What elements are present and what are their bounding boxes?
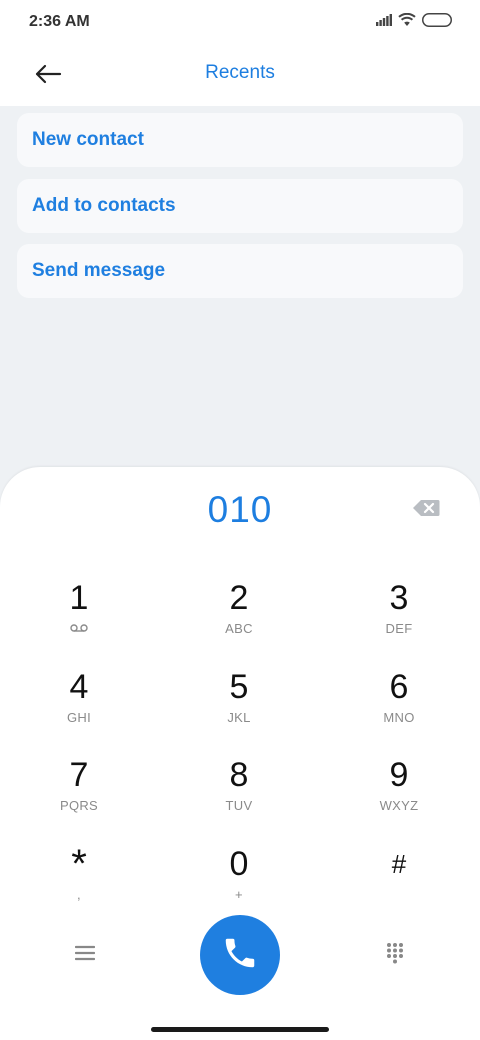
status-icons bbox=[376, 12, 452, 32]
menu-button[interactable] bbox=[72, 942, 98, 968]
dialed-number: 010 bbox=[207, 489, 273, 530]
wifi-icon bbox=[398, 12, 416, 31]
key-hash[interactable]: # bbox=[339, 845, 459, 925]
key-8-letters: TUV bbox=[225, 798, 253, 813]
key-4[interactable]: 4 GHI bbox=[19, 668, 139, 748]
phone-icon bbox=[221, 934, 259, 977]
key-9[interactable]: 9 WXYZ bbox=[339, 756, 459, 836]
key-0-letters: + bbox=[235, 887, 243, 902]
key-9-digit: 9 bbox=[389, 756, 409, 794]
battery-icon bbox=[422, 12, 452, 32]
key-1[interactable]: 1 bbox=[19, 579, 139, 659]
key-hash-digit: # bbox=[391, 849, 407, 879]
send-message-label: Send message bbox=[32, 260, 166, 281]
status-bar: 2:36 AM bbox=[0, 0, 480, 44]
key-3-digit: 3 bbox=[389, 579, 409, 617]
app-header: Recents bbox=[0, 44, 480, 106]
key-6-digit: 6 bbox=[389, 668, 409, 706]
key-star-letters: , bbox=[77, 887, 81, 902]
key-8[interactable]: 8 TUV bbox=[179, 756, 299, 836]
key-7[interactable]: 7 PQRS bbox=[19, 756, 139, 836]
key-4-digit: 4 bbox=[69, 668, 89, 706]
new-contact-button[interactable]: New contact bbox=[17, 113, 463, 167]
backspace-button[interactable] bbox=[412, 499, 444, 519]
send-message-button[interactable]: Send message bbox=[17, 244, 463, 298]
add-to-contacts-button[interactable]: Add to contacts bbox=[17, 179, 463, 233]
key-2[interactable]: 2 ABC bbox=[179, 579, 299, 659]
signal-icon bbox=[376, 13, 392, 31]
page-title: Recents bbox=[205, 62, 275, 83]
key-1-digit: 1 bbox=[69, 579, 89, 617]
key-star-digit: * bbox=[71, 842, 87, 886]
home-indicator[interactable] bbox=[151, 1027, 329, 1032]
key-2-digit: 2 bbox=[229, 579, 249, 617]
add-to-contacts-label: Add to contacts bbox=[32, 195, 176, 216]
key-6-letters: MNO bbox=[383, 710, 415, 725]
key-6[interactable]: 6 MNO bbox=[339, 668, 459, 748]
dialer-panel: 010 1 2 ABC 3 DEF 4 GHI 5 JKL 6 MNO 7 PQ… bbox=[0, 467, 480, 1040]
status-time: 2:36 AM bbox=[29, 13, 90, 30]
key-5[interactable]: 5 JKL bbox=[179, 668, 299, 748]
key-0[interactable]: 0 + bbox=[179, 845, 299, 925]
key-7-letters: PQRS bbox=[59, 798, 99, 813]
key-3-letters: DEF bbox=[385, 621, 413, 636]
key-2-letters: ABC bbox=[225, 621, 253, 636]
key-9-letters: WXYZ bbox=[379, 798, 419, 813]
call-button[interactable] bbox=[200, 915, 280, 995]
key-4-letters: GHI bbox=[66, 710, 91, 725]
menu-icon bbox=[74, 945, 96, 966]
key-3[interactable]: 3 DEF bbox=[339, 579, 459, 659]
key-7-digit: 7 bbox=[69, 756, 89, 794]
voicemail-icon bbox=[19, 621, 139, 636]
new-contact-label: New contact bbox=[32, 129, 144, 150]
key-0-digit: 0 bbox=[229, 845, 249, 883]
key-5-digit: 5 bbox=[229, 668, 249, 706]
key-star[interactable]: * , bbox=[19, 842, 139, 925]
backspace-icon bbox=[412, 500, 440, 521]
key-8-digit: 8 bbox=[229, 756, 249, 794]
key-5-letters: JKL bbox=[227, 710, 251, 725]
dialpad-icon bbox=[386, 942, 404, 969]
dialpad-toggle-button[interactable] bbox=[382, 942, 408, 968]
